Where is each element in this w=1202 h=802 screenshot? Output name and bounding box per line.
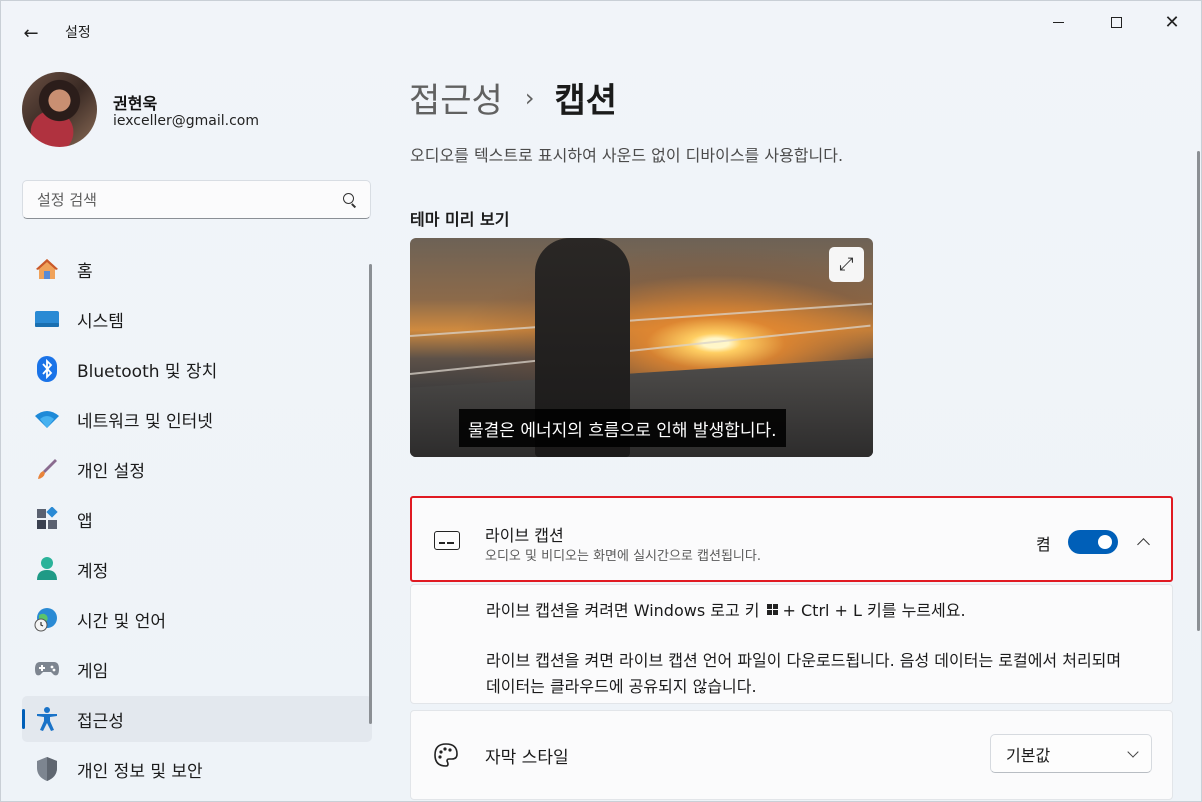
back-button[interactable]: ←	[15, 19, 47, 47]
brush-icon	[34, 456, 60, 482]
sidebar-item-accounts[interactable]: 계정	[22, 546, 372, 592]
maximize-button[interactable]	[1093, 9, 1139, 35]
system-icon	[34, 306, 60, 332]
page-description: 오디오를 텍스트로 표시하여 사운드 없이 디바이스를 사용합니다.	[410, 146, 844, 165]
shortcut-hint-after: + Ctrl + L 키를 누르세요.	[782, 601, 966, 620]
breadcrumb: 접근성 › 캡션	[409, 73, 617, 122]
sidebar-item-label: 게임	[77, 661, 109, 682]
sidebar-item-label: 앱	[77, 511, 93, 532]
shortcut-hint-before: 라이브 캡션을 켜려면 Windows 로고 키	[486, 601, 760, 620]
caption-style-card[interactable]: 자막 스타일 기본값	[410, 710, 1173, 800]
user-name: 권현욱	[113, 94, 158, 113]
live-captions-title: 라이브 캡션	[485, 526, 564, 545]
sidebar-item-label: 개인 설정	[77, 461, 145, 482]
gamepad-icon	[34, 656, 60, 682]
title-bar: ← 설정 ✕	[1, 1, 1201, 61]
preview-section-title: 테마 미리 보기	[410, 210, 510, 229]
sidebar-item-label: 시간 및 언어	[77, 611, 167, 632]
search-box[interactable]	[22, 180, 371, 219]
wifi-icon	[34, 406, 60, 432]
toggle-state-label: 켬	[1036, 535, 1051, 554]
close-button[interactable]: ✕	[1149, 9, 1195, 35]
sidebar-item-label: Bluetooth 및 장치	[77, 361, 218, 382]
sidebar-item-label: 개인 정보 및 보안	[77, 761, 203, 782]
caption-style-dropdown[interactable]: 기본값	[990, 734, 1152, 773]
sidebar-item-bluetooth[interactable]: Bluetooth 및 장치	[22, 346, 372, 392]
sidebar-item-privacy[interactable]: 개인 정보 및 보안	[22, 746, 372, 792]
sidebar-item-label: 네트워크 및 인터넷	[77, 411, 213, 432]
settings-window: ← 설정 ✕ 권현욱 iexceller@gmail.com 홈 시스템	[0, 0, 1202, 802]
apps-icon	[34, 506, 60, 532]
sidebar-item-label: 접근성	[77, 711, 124, 732]
caption-style-title: 자막 스타일	[485, 748, 569, 768]
collapse-button[interactable]	[1134, 533, 1152, 551]
chevron-up-icon	[1136, 538, 1150, 551]
globe-clock-icon	[34, 606, 60, 632]
live-captions-details: 라이브 캡션을 켜려면 Windows 로고 키 + Ctrl + L 키를 누…	[410, 584, 1173, 704]
sidebar-item-system[interactable]: 시스템	[22, 296, 372, 342]
language-file-notice: 라이브 캡션을 켜면 라이브 캡션 언어 파일이 다운로드됩니다. 음성 데이터…	[486, 651, 1122, 696]
sidebar-item-network[interactable]: 네트워크 및 인터넷	[22, 396, 372, 442]
sidebar-item-accessibility[interactable]: 접근성	[22, 696, 372, 742]
sidebar-item-personalization[interactable]: 개인 설정	[22, 446, 372, 492]
sidebar-nav: 홈 시스템 Bluetooth 및 장치 네트워크 및 인터넷 개인 설정 앱 …	[22, 246, 372, 796]
chevron-down-icon	[1127, 745, 1139, 758]
sidebar-item-time-language[interactable]: 시간 및 언어	[22, 596, 372, 642]
expand-preview-button[interactable]: ⤢	[829, 247, 864, 282]
close-icon: ✕	[1164, 11, 1180, 33]
account-icon	[34, 556, 60, 582]
avatar[interactable]	[22, 72, 97, 147]
theme-preview-image: ⤢ 물결은 에너지의 흐름으로 인해 발생합니다.	[410, 238, 873, 457]
user-email: iexceller@gmail.com	[113, 113, 259, 129]
app-title: 설정	[65, 25, 91, 41]
sidebar-item-label: 홈	[77, 261, 93, 282]
home-icon	[34, 256, 60, 282]
shortcut-hint: 라이브 캡션을 켜려면 Windows 로고 키 + Ctrl + L 키를 누…	[486, 597, 966, 621]
preview-caption: 물결은 에너지의 흐름으로 인해 발생합니다.	[459, 409, 786, 447]
accessibility-icon	[34, 706, 60, 732]
minimize-icon	[1052, 21, 1064, 23]
maximize-icon	[1110, 16, 1122, 28]
sidebar-scrollbar[interactable]	[369, 264, 372, 724]
minimize-button[interactable]	[1035, 9, 1081, 35]
live-captions-subtitle: 오디오 및 비디오는 화면에 실시간으로 캡션됩니다.	[485, 549, 761, 564]
sidebar-item-label: 시스템	[77, 311, 124, 332]
arrow-left-icon: ←	[23, 22, 39, 44]
search-input[interactable]	[37, 190, 342, 209]
sidebar-item-gaming[interactable]: 게임	[22, 646, 372, 692]
sidebar-item-label: 계정	[77, 561, 109, 582]
breadcrumb-parent[interactable]: 접근성	[409, 73, 503, 122]
page-title: 캡션	[554, 81, 618, 121]
caption-style-value: 기본값	[1006, 745, 1051, 765]
live-captions-toggle[interactable]	[1068, 530, 1118, 554]
sidebar-item-home[interactable]: 홈	[22, 246, 372, 292]
closed-caption-icon	[434, 531, 460, 550]
main-scrollbar[interactable]	[1197, 151, 1200, 631]
breadcrumb-separator: ›	[524, 83, 535, 112]
windows-logo-icon	[766, 603, 778, 615]
bluetooth-icon	[34, 356, 60, 382]
live-captions-card[interactable]: 라이브 캡션 오디오 및 비디오는 화면에 실시간으로 캡션됩니다. 켬	[410, 496, 1173, 582]
palette-icon	[434, 743, 458, 767]
shield-icon	[34, 756, 60, 782]
expand-icon: ⤢	[839, 254, 854, 275]
sidebar-item-apps[interactable]: 앱	[22, 496, 372, 542]
search-icon[interactable]	[342, 192, 358, 208]
